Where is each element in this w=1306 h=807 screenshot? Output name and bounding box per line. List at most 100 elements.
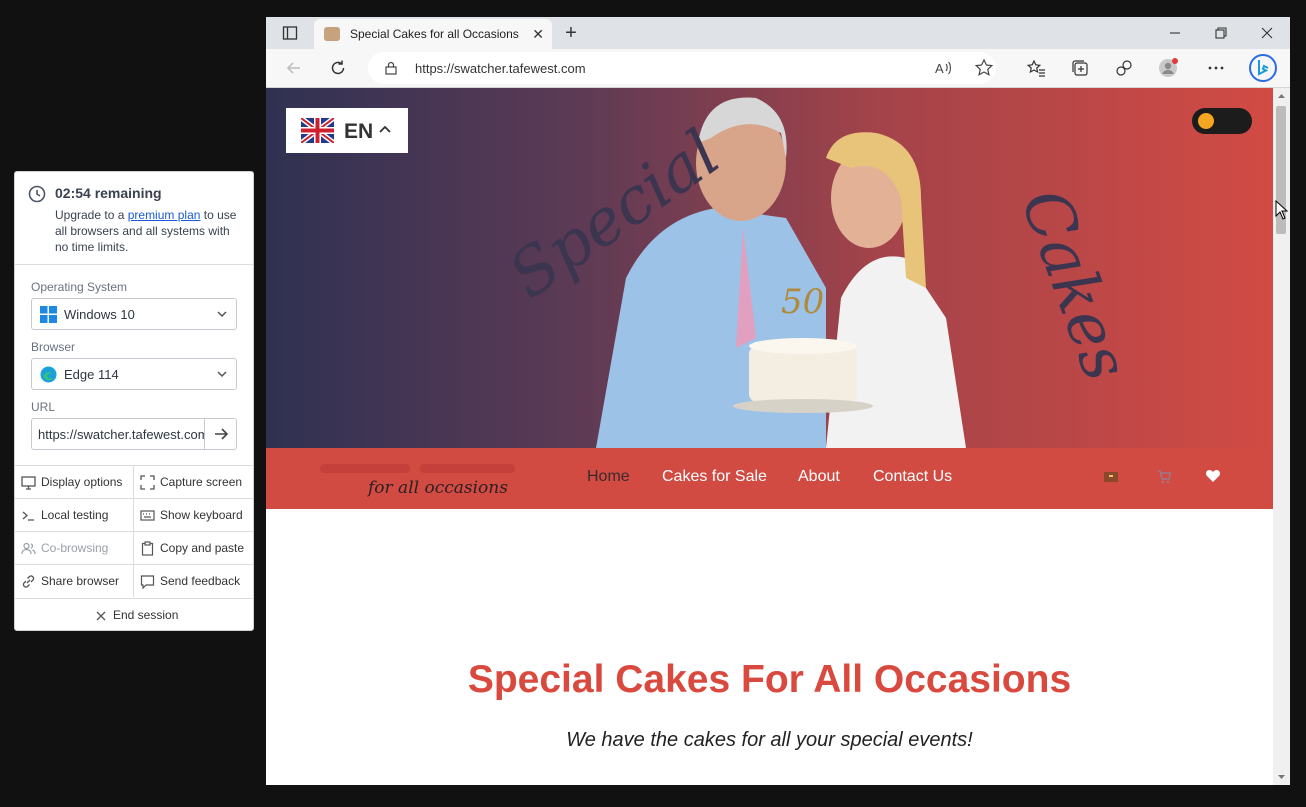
address-text: https://swatcher.tafewest.com [415, 61, 586, 76]
favicon-icon [324, 27, 340, 41]
scroll-down-icon [1278, 775, 1285, 779]
action-label: Show keyboard [160, 508, 243, 522]
timer-section: 02:54 remaining Upgrade to a premium pla… [15, 172, 253, 265]
copy-paste-button[interactable]: Copy and paste [134, 531, 253, 564]
heart-icon[interactable] [1205, 468, 1221, 484]
url-label: URL [31, 400, 56, 414]
action-label: Display options [41, 475, 123, 489]
os-select[interactable]: Windows 10 [31, 298, 237, 330]
profile-avatar-icon[interactable] [1158, 58, 1178, 78]
show-keyboard-button[interactable]: Show keyboard [134, 498, 253, 531]
restore-button[interactable] [1207, 21, 1235, 45]
action-label: Co-browsing [41, 541, 109, 555]
nav-home[interactable]: Home [587, 468, 630, 486]
restore-icon [1215, 27, 1227, 39]
users-icon [21, 542, 36, 555]
tab-actions-icon [282, 26, 298, 40]
action-label: Capture screen [160, 475, 243, 489]
browser-label: Browser [31, 340, 76, 354]
svg-text:50: 50 [781, 282, 824, 322]
feedback-icon [140, 575, 155, 589]
chevron-down-icon [217, 311, 227, 318]
time-remaining: 02:54 remaining [55, 185, 162, 201]
svg-text:A: A [935, 61, 944, 76]
new-tab-button[interactable]: + [557, 21, 585, 45]
action-label: Send feedback [160, 574, 241, 588]
more-menu-icon[interactable] [1206, 58, 1226, 78]
uk-flag-icon [301, 118, 334, 143]
address-field[interactable]: https://swatcher.tafewest.com A [368, 52, 996, 84]
clock-icon [28, 185, 46, 203]
close-window-button[interactable] [1253, 21, 1281, 45]
chevron-down-icon [217, 371, 227, 378]
capture-screen-button[interactable]: Capture screen [134, 465, 253, 498]
nav-cakes-for-sale[interactable]: Cakes for Sale [662, 468, 767, 486]
browser-window: Special Cakes for all Occasions ✕ + http… [266, 17, 1290, 785]
collections-icon[interactable] [1070, 58, 1090, 78]
nav-contact-us[interactable]: Contact Us [873, 468, 952, 486]
url-value: https://swatcher.tafewest.com [38, 427, 204, 442]
mouse-cursor-icon [1275, 200, 1289, 220]
close-icon [1261, 27, 1273, 39]
capture-icon [140, 475, 155, 490]
wallet-icon[interactable] [1103, 468, 1119, 484]
page-scrollbar[interactable] [1273, 88, 1290, 785]
action-label: Copy and paste [160, 541, 245, 555]
refresh-icon[interactable] [328, 58, 348, 78]
local-testing-button[interactable]: Local testing [15, 498, 134, 531]
action-label: Share browser [41, 574, 120, 588]
os-label: Operating System [31, 280, 128, 294]
language-selector[interactable]: EN [286, 108, 408, 153]
os-value: Windows 10 [64, 307, 135, 322]
minimize-button[interactable] [1161, 21, 1189, 45]
toggle-knob [1198, 113, 1214, 129]
display-options-button[interactable]: Display options [15, 465, 134, 498]
session-panel: 02:54 remaining Upgrade to a premium pla… [14, 171, 254, 631]
premium-plan-link[interactable]: premium plan [128, 208, 201, 222]
read-aloud-icon[interactable]: A [933, 58, 953, 78]
site-logo[interactable] [320, 460, 515, 476]
action-label: Local testing [41, 508, 109, 522]
end-session-button[interactable]: End session [15, 598, 253, 631]
web-page: 50 Special Cakes EN for all occasions Ho… [266, 88, 1273, 785]
site-navbar: for all occasions Home Cakes for Sale Ab… [266, 448, 1273, 509]
nav-about[interactable]: About [798, 468, 840, 486]
back-icon[interactable] [284, 58, 304, 78]
page-heading: Special Cakes For All Occasions [467, 658, 1072, 701]
cart-icon[interactable] [1156, 468, 1172, 484]
terminal-icon [22, 511, 34, 521]
send-feedback-button[interactable]: Send feedback [134, 564, 253, 597]
page-subheading: We have the cakes for all your special e… [566, 729, 973, 751]
chevron-up-icon [379, 125, 391, 133]
couple-with-cake-image: 50 [596, 97, 966, 448]
clipboard-icon [141, 541, 154, 556]
end-session-label: End session [113, 608, 179, 622]
link-icon [22, 575, 35, 588]
address-toolbar: https://swatcher.tafewest.com A [266, 49, 1290, 88]
keyboard-icon [140, 510, 155, 521]
url-input[interactable]: https://swatcher.tafewest.com [31, 418, 237, 450]
bing-chat-icon[interactable] [1248, 53, 1278, 83]
note-prefix: Upgrade to a [55, 208, 128, 222]
go-button[interactable] [204, 419, 236, 449]
tab-active[interactable]: Special Cakes for all Occasions ✕ [314, 19, 552, 49]
logo-tagline: for all occasions [368, 478, 508, 498]
favorite-star-icon[interactable] [974, 58, 994, 78]
tab-bar: Special Cakes for all Occasions ✕ + [266, 17, 1290, 49]
browser-select[interactable]: Edge 114 [31, 358, 237, 390]
lock-icon [385, 61, 397, 75]
windows-icon [40, 306, 57, 323]
tab-close-icon[interactable]: ✕ [532, 26, 544, 43]
co-browsing-button[interactable]: Co-browsing [15, 531, 134, 564]
hero-banner: 50 Special Cakes EN [266, 88, 1273, 448]
theme-toggle[interactable] [1192, 108, 1252, 134]
minimize-icon [1170, 32, 1180, 34]
arrow-right-icon [215, 428, 229, 440]
scroll-up-icon [1278, 94, 1285, 98]
extensions-icon[interactable] [1114, 58, 1134, 78]
favorites-icon[interactable] [1026, 58, 1046, 78]
tab-actions-button[interactable] [276, 21, 304, 45]
share-browser-button[interactable]: Share browser [15, 564, 134, 597]
upgrade-note: Upgrade to a premium plan to use all bro… [55, 207, 245, 255]
tab-title: Special Cakes for all Occasions [350, 27, 519, 41]
